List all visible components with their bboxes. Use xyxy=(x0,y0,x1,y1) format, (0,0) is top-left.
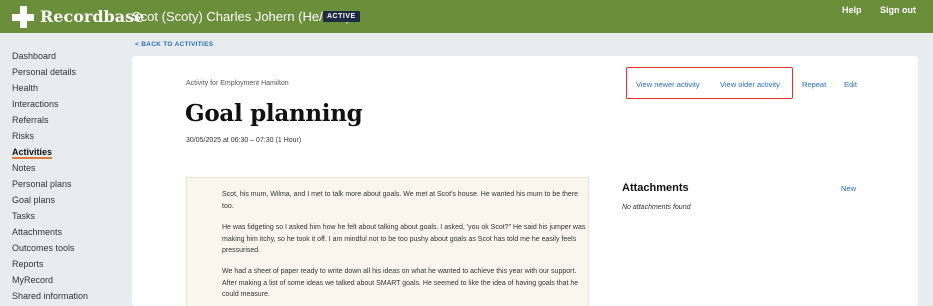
app-name: Recordbase xyxy=(40,7,145,26)
status-badge: ACTIVE xyxy=(323,11,360,22)
sidebar-item-personal-plans[interactable]: Personal plans xyxy=(12,179,72,189)
page-title: Goal planning xyxy=(185,100,363,127)
repeat-link[interactable]: Repeat xyxy=(802,80,826,89)
back-to-activities-link[interactable]: < BACK TO ACTIVITIES xyxy=(135,41,213,48)
activity-datetime: 30/05/2025 at 06:30 – 07:30 (1 Hour) xyxy=(186,137,302,144)
edit-link[interactable]: Edit xyxy=(844,80,857,89)
top-bar: Recordbase Scot (Scoty) Charles Johern (… xyxy=(0,0,933,33)
sign-out-link[interactable]: Sign out xyxy=(880,5,916,15)
view-newer-activity-link[interactable]: View newer activity xyxy=(636,80,700,89)
view-older-activity-link[interactable]: View older activity xyxy=(720,80,780,89)
attachments-heading: Attachments xyxy=(622,182,689,194)
sidebar-item-myrecord[interactable]: MyRecord xyxy=(12,275,53,285)
attachments-empty-text: No attachments found xyxy=(622,204,691,211)
notes-paragraph: Scot, his mum, Wilma, and I met to talk … xyxy=(222,191,579,210)
activity-for-label: Activity for Employment Hamilton xyxy=(186,80,289,87)
sidebar-item-tasks[interactable]: Tasks xyxy=(12,211,35,221)
new-attachment-link[interactable]: New xyxy=(841,184,856,193)
sidebar-item-dashboard[interactable]: Dashboard xyxy=(12,51,56,61)
sidebar-item-personal-details[interactable]: Personal details xyxy=(12,67,76,77)
sidebar-item-attachments[interactable]: Attachments xyxy=(12,227,62,237)
notes-paragraph: We had a sheet of paper ready to write d… xyxy=(222,268,579,298)
sidebar-item-goal-plans[interactable]: Goal plans xyxy=(12,195,55,205)
sidebar-item-outcomes-tools[interactable]: Outcomes tools xyxy=(12,243,75,253)
notes-paragraph: He was fidgeting so I asked him how he f… xyxy=(222,224,586,254)
plus-logo-icon xyxy=(12,5,34,28)
sidebar-item-notes[interactable]: Notes xyxy=(12,163,36,173)
sidebar-item-shared-information[interactable]: Shared information xyxy=(12,291,88,301)
sidebar-item-reports[interactable]: Reports xyxy=(12,259,44,269)
sidebar-item-health[interactable]: Health xyxy=(12,83,38,93)
sidebar-item-risks[interactable]: Risks xyxy=(12,131,34,141)
sidebar-item-activities[interactable]: Activities xyxy=(12,147,53,159)
person-name: Scot (Scoty) Charles Johern (He/Him) xyxy=(132,9,351,24)
sidebar-item-referrals[interactable]: Referrals xyxy=(12,115,49,125)
help-link[interactable]: Help xyxy=(842,5,862,15)
sidebar-item-interactions[interactable]: Interactions xyxy=(12,99,59,109)
app-logo[interactable]: Recordbase xyxy=(12,4,144,29)
